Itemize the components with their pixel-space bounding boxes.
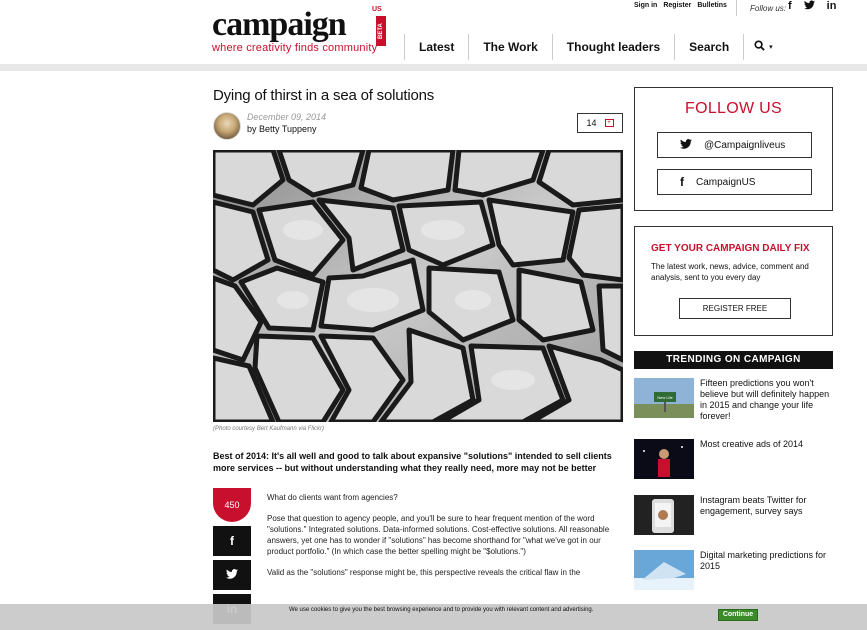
article-paragraph: Pose that question to agency people, and… — [267, 514, 610, 556]
author-avatar — [213, 112, 241, 140]
nav-search-toggle[interactable]: ▾ — [743, 34, 783, 60]
newsletter-box: GET YOUR CAMPAIGN DAILY FIX The latest w… — [634, 226, 833, 336]
cookie-message: We use cookies to give you the best brow… — [289, 607, 594, 613]
trending-title: Instagram beats Twitter for engagement, … — [700, 495, 807, 516]
twitter-icon — [226, 568, 238, 582]
follow-us-box: FOLLOW US @Campaignliveus f CampaignUS — [634, 87, 833, 211]
site-logo[interactable]: campaign US BETA where creativity finds … — [212, 6, 392, 58]
newsletter-description: The latest work, news, advice, comment a… — [651, 262, 809, 282]
comment-icon: + — [604, 119, 614, 127]
cookie-banner: We use cookies to give you the best brow… — [0, 604, 867, 630]
header-divider — [736, 0, 737, 16]
logo-region: US — [372, 6, 382, 13]
comment-count: 14 — [586, 118, 597, 128]
facebook-handle: CampaignUS — [696, 176, 756, 188]
header-rule — [0, 64, 867, 71]
account-links: Sign in Register Bulletins — [634, 2, 727, 9]
hero-image — [213, 150, 623, 422]
sign-in-link[interactable]: Sign in — [634, 2, 657, 9]
newsletter-title: GET YOUR CAMPAIGN DAILY FIX — [651, 243, 810, 254]
share-count: 450 — [213, 488, 251, 522]
nav-thought-leaders[interactable]: Thought leaders — [551, 34, 674, 60]
trending-thumbnail — [634, 550, 694, 590]
trending-title: Digital marketing predictions for 2015 — [700, 550, 827, 571]
cookie-continue-button[interactable]: Continue — [718, 609, 758, 621]
follow-twitter-button[interactable]: @Campaignliveus — [657, 132, 812, 158]
twitter-icon — [680, 138, 692, 152]
page: campaign US BETA where creativity finds … — [0, 0, 867, 630]
trending-heading: TRENDING ON CAMPAIGN — [634, 351, 833, 369]
trending-title: Most creative ads of 2014 — [700, 439, 804, 449]
article-paragraph: What do clients want from agencies? — [267, 493, 398, 502]
search-icon — [754, 38, 765, 56]
facebook-icon[interactable]: f — [788, 0, 792, 13]
site-header: campaign US BETA where creativity finds … — [0, 0, 867, 71]
linkedin-icon[interactable]: in — [827, 0, 837, 13]
share-facebook-button[interactable]: f — [213, 526, 251, 556]
follow-facebook-button[interactable]: f CampaignUS — [657, 169, 812, 195]
header-social-links: f in — [788, 0, 836, 13]
bulletins-link[interactable]: Bulletins — [697, 2, 727, 9]
article-date: December 09, 2014 — [247, 112, 327, 122]
facebook-icon: f — [680, 175, 684, 189]
comments-button[interactable]: 14 + — [577, 113, 623, 133]
svg-text:New Life: New Life — [657, 395, 673, 400]
image-caption: (Photo courtesy Bert Kaufmann via Flickr… — [213, 426, 325, 432]
logo-wordmark: campaign — [212, 6, 347, 43]
byline: December 09, 2014 by Betty Tuppeny 14 + — [213, 112, 623, 142]
nav-search[interactable]: Search — [674, 34, 743, 60]
article-body: What do clients want from agencies? Pose… — [267, 492, 623, 588]
nav-the-work[interactable]: The Work — [468, 34, 551, 60]
trending-thumbnail — [634, 495, 694, 535]
chevron-down-icon: ▾ — [769, 44, 773, 51]
share-twitter-button[interactable] — [213, 560, 251, 590]
article-standfirst: Best of 2014: It's all well and good to … — [213, 451, 612, 473]
register-link[interactable]: Register — [663, 2, 691, 9]
article-headline: Dying of thirst in a sea of solutions — [213, 87, 435, 104]
trending-item[interactable]: Digital marketing predictions for 2015 — [634, 550, 834, 594]
site-tagline: where creativity finds community — [212, 42, 378, 54]
cracked-earth-image — [213, 150, 623, 422]
logo-beta-badge: BETA — [376, 16, 386, 46]
main-nav: Latest The Work Thought leaders Search ▾ — [404, 34, 783, 60]
twitter-handle: @Campaignliveus — [704, 139, 786, 151]
facebook-icon: f — [230, 534, 234, 548]
trending-thumbnail — [634, 439, 694, 479]
trending-item[interactable]: Most creative ads of 2014 — [634, 439, 834, 483]
article-author[interactable]: by Betty Tuppeny — [247, 124, 317, 134]
trending-item[interactable]: Instagram beats Twitter for engagement, … — [634, 495, 834, 539]
follow-us-label: Follow us: — [750, 4, 787, 13]
follow-us-title: FOLLOW US — [685, 100, 782, 117]
trending-item[interactable]: New Life Fifteen predictions you won't b… — [634, 378, 834, 422]
twitter-icon[interactable] — [803, 0, 815, 13]
trending-title: Fifteen predictions you won't believe bu… — [700, 378, 830, 421]
nav-latest[interactable]: Latest — [404, 34, 468, 60]
trending-thumbnail: New Life — [634, 378, 694, 418]
article-paragraph: Valid as the "solutions" response might … — [267, 568, 581, 577]
register-free-button[interactable]: REGISTER FREE — [679, 298, 791, 319]
article: Dying of thirst in a sea of solutions De… — [213, 86, 623, 624]
